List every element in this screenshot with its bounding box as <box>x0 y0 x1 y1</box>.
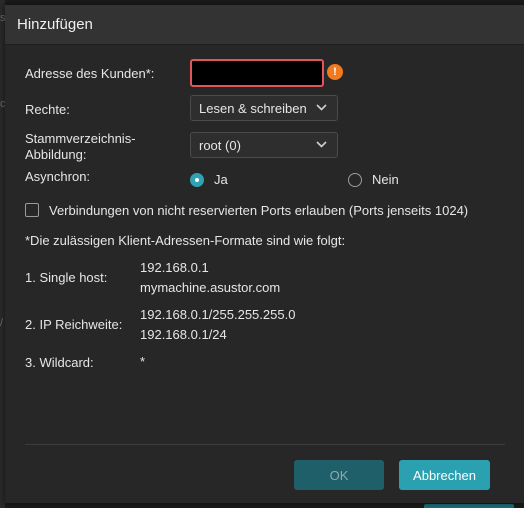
format-value: 192.168.0.1/255.255.255.0 <box>140 307 296 322</box>
format-value: 192.168.0.1/24 <box>140 327 227 342</box>
cancel-button[interactable]: Abbrechen <box>399 460 490 490</box>
formats-heading: *Die zulässigen Klient-Adressen-Formate … <box>25 233 346 248</box>
add-dialog: Hinzufügen Adresse des Kunden*: ! Rechte… <box>5 5 524 503</box>
rights-label: Rechte: <box>25 102 70 117</box>
warning-icon: ! <box>327 64 343 80</box>
root-mapping-label-line1: Stammverzeichnis- <box>25 131 136 146</box>
allow-ports-label[interactable]: Verbindungen von nicht reservierten Port… <box>49 203 468 219</box>
async-yes-label[interactable]: Ja <box>214 172 228 187</box>
format-value: 192.168.0.1 <box>140 260 209 275</box>
rights-select[interactable]: Lesen & schreiben <box>190 95 338 121</box>
async-yes-radio[interactable] <box>190 173 204 187</box>
dialog-titlebar[interactable]: Hinzufügen <box>5 5 524 45</box>
footer-divider <box>25 444 505 445</box>
customer-address-label: Adresse des Kunden*: <box>25 66 155 81</box>
root-mapping-label: Stammverzeichnis- Abbildung: <box>25 131 136 163</box>
async-no-label[interactable]: Nein <box>372 172 399 187</box>
allow-ports-checkbox[interactable] <box>25 203 39 217</box>
root-mapping-select[interactable]: root (0) <box>190 132 338 158</box>
customer-address-input[interactable] <box>190 59 324 87</box>
format-label-single-host: 1. Single host: <box>25 270 108 285</box>
format-value: mymachine.asustor.com <box>140 280 281 295</box>
chevron-down-icon <box>316 141 327 148</box>
format-value: * <box>140 354 146 369</box>
background-text-fragment: / <box>0 317 4 329</box>
async-label: Asynchron: <box>25 169 91 184</box>
ok-button[interactable]: OK <box>294 460 384 490</box>
root-mapping-select-value: root (0) <box>199 137 241 153</box>
background-button <box>424 504 514 508</box>
dialog-title: Hinzufügen <box>17 16 93 33</box>
chevron-down-icon <box>316 104 327 111</box>
format-label-ip-range: 2. IP Reichweite: <box>25 317 123 332</box>
rights-select-value: Lesen & schreiben <box>199 100 307 116</box>
format-label-wildcard: 3. Wildcard: <box>25 355 94 370</box>
root-mapping-label-line2: Abbildung: <box>25 147 87 162</box>
async-no-radio[interactable] <box>348 173 362 187</box>
